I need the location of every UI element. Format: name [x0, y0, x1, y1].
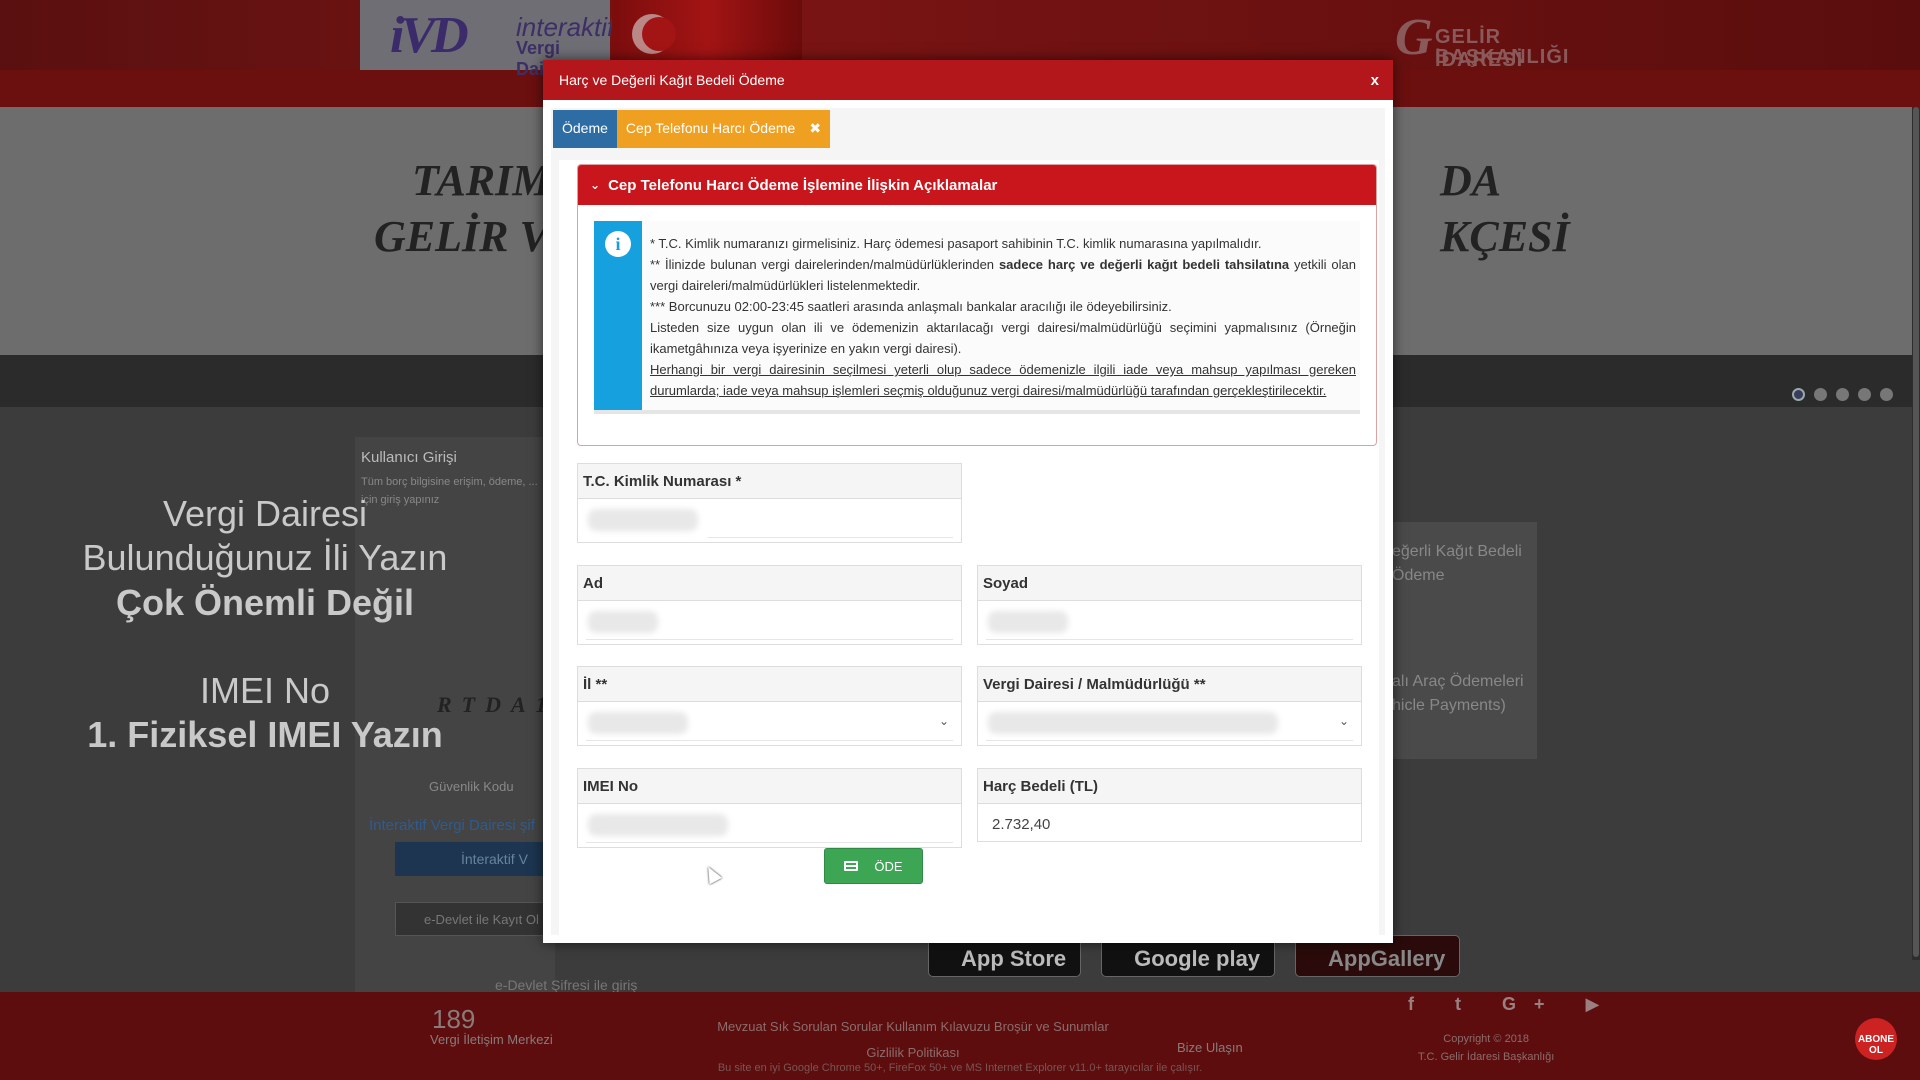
harc-value: 2.732,40	[992, 816, 1051, 833]
il-field: İl ** ⌄	[577, 666, 962, 746]
soyad-label: Soyad	[978, 566, 1361, 601]
tckn-input[interactable]	[578, 499, 961, 542]
chevron-down-icon: ⌄	[590, 178, 601, 192]
site-footer: 189 Vergi İletişim Merkezi Mevzuat Sık S…	[0, 992, 1920, 1080]
tab-cep-label: Cep Telefonu Harcı Ödeme	[625, 120, 796, 136]
ad-field: Ad	[577, 565, 962, 645]
info-sidebar: i	[594, 221, 642, 410]
vergi-dairesi-label: Vergi Dairesi / Malmüdürlüğü **	[978, 667, 1361, 702]
redacted-value	[588, 509, 698, 531]
contact-link[interactable]: Bize Ulaşın	[1177, 1040, 1243, 1055]
overlay-caption-3: IMEI No	[199, 670, 331, 711]
modal-header: Harç ve Değerli Kağıt Bedeli Ödeme x	[543, 60, 1393, 100]
subscribe-badge: ABONE OL	[1855, 1018, 1897, 1060]
redacted-value	[588, 611, 658, 633]
tckn-field: T.C. Kimlik Numarası *	[577, 463, 962, 543]
info-accordion: ⌄ Cep Telefonu Harcı Ödeme İşlemine İliş…	[577, 164, 1377, 446]
vergi-dairesi-select[interactable]: ⌄	[978, 702, 1361, 745]
close-tab-icon[interactable]: ✖	[809, 120, 821, 138]
overlay-caption-1: Vergi Dairesi Bulunduğunuz İli Yazın	[82, 493, 448, 578]
il-select[interactable]: ⌄	[578, 702, 961, 745]
overlay-caption-4: 1. Fiziksel IMEI Yazın	[87, 714, 443, 755]
service-harc[interactable]: eğerli Kağıt Bedeli Ödeme	[1392, 540, 1522, 588]
harc-label: Harç Bedeli (TL)	[978, 769, 1361, 804]
info-line-2: ** İlinizde bulunan vergi dairelerinden/…	[650, 257, 1356, 293]
accordion-header[interactable]: ⌄ Cep Telefonu Harcı Ödeme İşlemine İliş…	[578, 165, 1376, 205]
soyad-field: Soyad	[977, 565, 1362, 645]
payment-modal: Harç ve Değerli Kağıt Bedeli Ödeme x Öde…	[543, 60, 1393, 943]
slider-dot[interactable]	[1858, 388, 1871, 401]
slider-dot[interactable]	[1792, 388, 1805, 401]
gib-logo: G GELİR İDARESİ BAŞKANLIĞI	[1395, 9, 1570, 71]
page-scrollbar[interactable]	[1912, 107, 1920, 960]
tab-cep-telefonu[interactable]: Cep Telefonu Harcı Ödeme ✖	[616, 110, 831, 148]
ivd-password-link[interactable]: İnteraktif Vergi Dairesi şif	[369, 817, 535, 834]
ad-label: Ad	[578, 566, 961, 601]
modal-title: Harç ve Değerli Kağıt Bedeli Ödeme	[559, 72, 785, 88]
redacted-value	[588, 712, 688, 734]
accordion-title: Cep Telefonu Harcı Ödeme İşlemine İlişki…	[608, 176, 998, 194]
footer-links[interactable]: Mevzuat Sık Sorulan Sorular Kullanım Kıl…	[703, 1014, 1123, 1066]
redacted-value	[988, 712, 1278, 734]
info-line-1: * T.C. Kimlik numaranızı girmelisiniz. H…	[650, 236, 1262, 251]
slider-dot[interactable]	[1814, 388, 1827, 401]
edevlet-register-button[interactable]: e-Devlet ile Kayıt Ol	[395, 902, 555, 936]
imei-input[interactable]	[578, 804, 961, 847]
pay-button[interactable]: ÖDE	[824, 848, 923, 884]
tab-panel: ⌄ Cep Telefonu Harcı Ödeme İşlemine İliş…	[559, 160, 1379, 940]
slider-dot[interactable]	[1836, 388, 1849, 401]
right-services-panel: eğerli Kağıt Bedeli Ödeme alı Araç Ödeme…	[1372, 522, 1537, 759]
info-line-5: Herhangi bir vergi dairesinin seçilmesi …	[650, 362, 1356, 398]
il-label: İl **	[578, 667, 961, 702]
tab-bar: Ödeme Cep Telefonu Harcı Ödeme ✖	[553, 110, 831, 148]
info-line-3: *** Borcunuzu 02:00-23:45 saatleri arası…	[650, 299, 1172, 314]
close-button[interactable]: x	[1371, 72, 1379, 89]
social-icons[interactable]: f t G+ ▶	[1408, 994, 1617, 1015]
ad-input[interactable]	[578, 601, 961, 644]
overlay-caption-2: Çok Önemli Değil	[115, 582, 415, 623]
info-box: i * T.C. Kimlik numaranızı girmelisiniz.…	[594, 221, 1360, 414]
imei-field: IMEI No	[577, 768, 962, 848]
interaktif-login-button[interactable]: İnteraktif V	[395, 842, 555, 876]
info-icon: i	[605, 231, 631, 257]
call-center-label: Vergi İletişim Merkezi	[430, 1032, 553, 1047]
security-code-field[interactable]: Güvenlik Kodu	[429, 779, 514, 794]
slider-dots[interactable]	[1792, 388, 1893, 401]
imei-label: IMEI No	[578, 769, 961, 804]
service-vehicle[interactable]: alı Araç Ödemeleri hicle Payments)	[1392, 670, 1524, 718]
slider-dot[interactable]	[1880, 388, 1893, 401]
info-text: * T.C. Kimlik numaranızı girmelisiniz. H…	[650, 233, 1356, 401]
info-line-4: Listeden size uygun olan ili ve ödemeniz…	[650, 320, 1356, 356]
harc-field: Harç Bedeli (TL) 2.732,40	[977, 768, 1362, 842]
redacted-value	[588, 814, 728, 836]
soyad-input[interactable]	[978, 601, 1361, 644]
call-center-number: 189	[432, 1004, 476, 1034]
pay-button-label: ÖDE	[874, 858, 903, 874]
chevron-down-icon: ⌄	[1338, 714, 1349, 728]
modal-body: Ödeme Cep Telefonu Harcı Ödeme ✖ ⌄ Cep T…	[551, 108, 1385, 940]
credit-card-icon	[844, 861, 859, 871]
vergi-dairesi-field: Vergi Dairesi / Malmüdürlüğü ** ⌄	[977, 666, 1362, 746]
chevron-down-icon: ⌄	[938, 714, 949, 728]
tab-odeme[interactable]: Ödeme	[553, 110, 617, 148]
login-title: Kullanıcı Girişi	[361, 449, 457, 466]
edevlet-login-link[interactable]: e-Devlet Şifresi ile giriş	[495, 977, 637, 993]
redacted-value	[988, 611, 1068, 633]
browser-note: Bu site en iyi Google Chrome 50+, FireFo…	[717, 1062, 1203, 1074]
crescent-icon	[632, 14, 676, 54]
copyright: Copyright © 2018 T.C. Gelir İdaresi Başk…	[1418, 1033, 1555, 1063]
tckn-label: T.C. Kimlik Numarası *	[578, 464, 961, 499]
